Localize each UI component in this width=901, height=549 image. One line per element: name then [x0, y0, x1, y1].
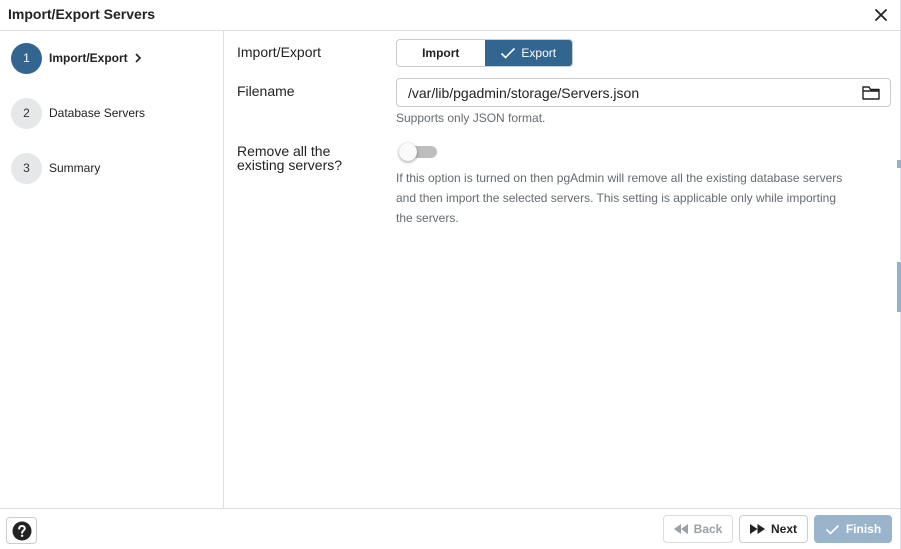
step-summary[interactable]: 3 Summary — [11, 152, 100, 184]
step-number: 2 — [11, 97, 42, 129]
finish-label: Finish — [845, 522, 882, 536]
switch-knob — [399, 143, 417, 161]
step-label: Import/Export — [49, 51, 128, 65]
close-icon[interactable] — [874, 8, 888, 22]
check-icon — [825, 524, 839, 535]
back-button[interactable]: Back — [663, 515, 733, 543]
remove-servers-help-line-3: the servers. — [396, 211, 459, 225]
remove-servers-label-line-2: existing servers? — [237, 157, 343, 173]
filename-help-text: Supports only JSON format. — [396, 111, 546, 125]
next-label: Next — [770, 522, 797, 536]
remove-servers-help-line-2: and then import the selected servers. Th… — [396, 191, 837, 205]
finish-button[interactable]: Finish — [814, 515, 892, 543]
import-option-label: Import — [422, 46, 460, 60]
help-icon — [12, 521, 31, 540]
check-icon — [501, 47, 516, 59]
step-number: 1 — [11, 42, 42, 74]
export-option-label: Export — [521, 46, 557, 60]
filename-label: Filename — [237, 83, 295, 99]
import-export-toggle: Import Export — [396, 39, 573, 67]
remove-servers-label-line-1: Remove all the — [237, 143, 331, 159]
wizard-stepper: 1 Import/Export 2 Database Servers 3 Sum… — [0, 31, 224, 508]
fast-forward-icon — [749, 524, 765, 534]
help-button[interactable] — [6, 517, 37, 544]
background-edge — [897, 160, 901, 168]
dialog-titlebar: Import/Export Servers — [0, 0, 901, 31]
back-label: Back — [693, 522, 723, 536]
step-label: Database Servers — [49, 106, 146, 120]
wizard-content: Import/Export Import Export Filename /va… — [224, 31, 900, 508]
filename-value: /var/lib/pgadmin/storage/Servers.json — [408, 85, 640, 101]
step-number: 3 — [11, 152, 42, 184]
import-export-servers-dialog: Import/Export Servers 1 Import/Export 2 … — [0, 0, 901, 549]
chevron-right-icon — [135, 53, 141, 63]
import-export-label: Import/Export — [237, 44, 322, 60]
filename-input[interactable]: /var/lib/pgadmin/storage/Servers.json — [396, 78, 891, 107]
next-button[interactable]: Next — [739, 515, 808, 543]
dialog-footer: Back Next Finish — [0, 508, 901, 549]
export-option-button[interactable]: Export — [484, 40, 572, 66]
background-edge — [897, 262, 901, 312]
folder-icon[interactable] — [862, 85, 880, 101]
remove-servers-switch[interactable] — [399, 143, 438, 161]
import-option-button[interactable]: Import — [397, 40, 485, 66]
remove-servers-help-line-1: If this option is turned on then pgAdmin… — [396, 171, 843, 185]
dialog-title: Import/Export Servers — [8, 6, 156, 22]
rewind-icon — [673, 524, 688, 534]
step-label: Summary — [49, 161, 101, 175]
step-database-servers[interactable]: 2 Database Servers — [11, 97, 145, 129]
step-import-export[interactable]: 1 Import/Export — [11, 42, 142, 74]
